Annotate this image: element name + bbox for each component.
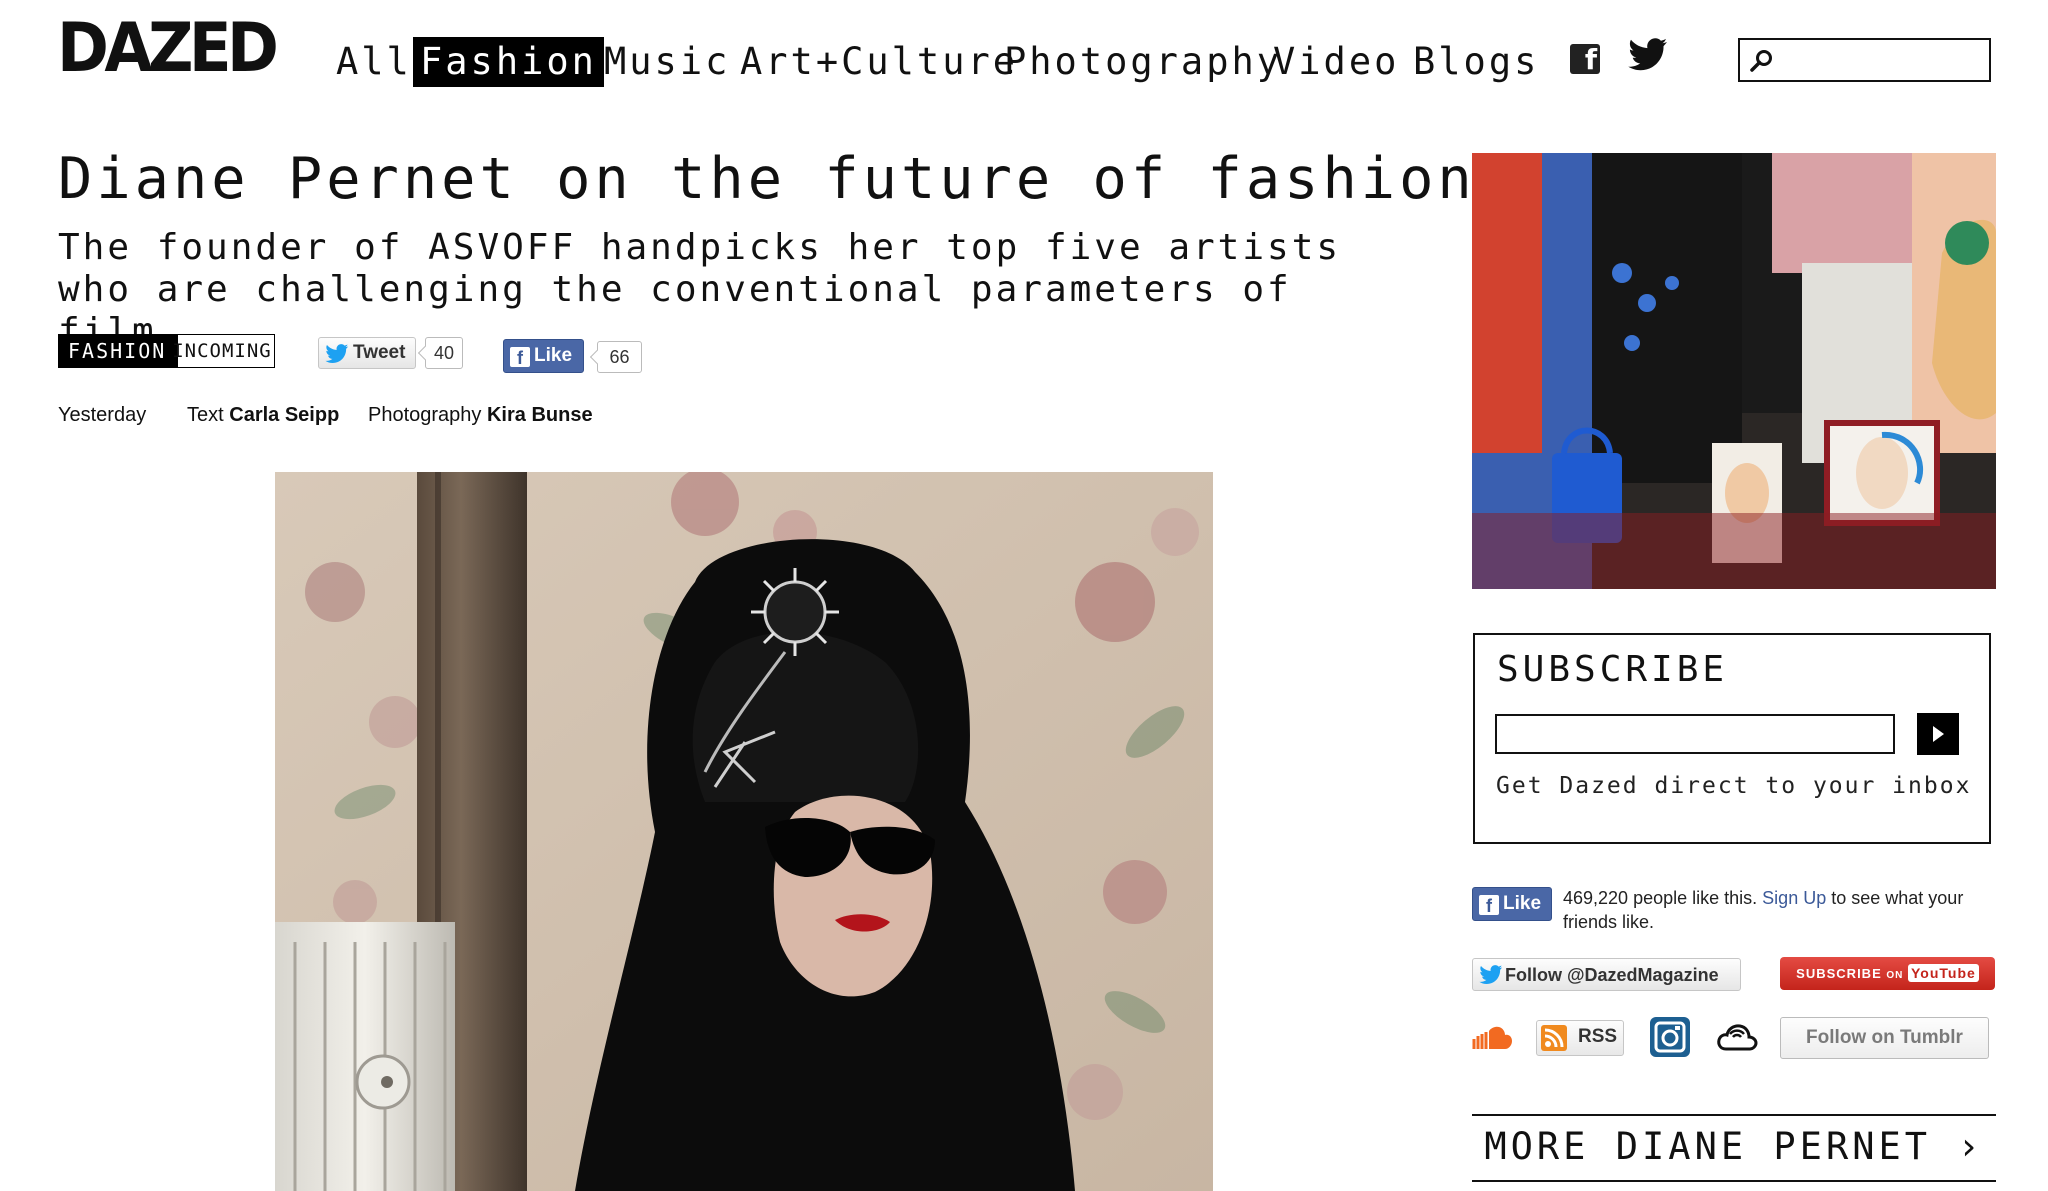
tag-incoming[interactable]: INCOMING bbox=[169, 334, 275, 368]
like-label: Like bbox=[534, 345, 573, 366]
nav-blogs[interactable]: Blogs bbox=[1406, 37, 1546, 87]
site-logo[interactable]: DAZED bbox=[57, 14, 279, 84]
youtube-subscribe-button[interactable]: SUBSCRIBE ON YouTube bbox=[1780, 957, 1995, 990]
facebook-like-text: 469,220 people like this. Sign Up to see… bbox=[1563, 888, 1964, 932]
article-hero-image bbox=[275, 472, 1213, 1191]
byline-photography: Photography Kira Bunse bbox=[368, 404, 593, 426]
tweet-label: Tweet bbox=[353, 342, 406, 363]
subscribe-submit-button[interactable] bbox=[1917, 713, 1959, 755]
tag-fashion[interactable]: FASHION bbox=[58, 334, 179, 368]
byline-text: Text Carla Seipp bbox=[187, 404, 340, 426]
tweet-button[interactable]: Tweet bbox=[318, 337, 416, 369]
sidebar-like-label: Like bbox=[1503, 893, 1542, 914]
follow-twitter-label: Follow @DazedMagazine bbox=[1505, 965, 1719, 985]
divider bbox=[1472, 1114, 1996, 1116]
nav-music[interactable]: Music bbox=[597, 37, 737, 87]
more-diane-pernet-link[interactable]: MORE DIANE PERNET › bbox=[1472, 1124, 1996, 1170]
facebook-icon: f bbox=[510, 347, 530, 368]
nav-art-culture[interactable]: Art+Culture bbox=[733, 37, 1025, 87]
tweet-count: 40 bbox=[425, 337, 463, 369]
twitter-icon[interactable] bbox=[1628, 38, 1668, 76]
facebook-icon[interactable]: f bbox=[1570, 44, 1600, 76]
subscribe-email-input[interactable] bbox=[1495, 714, 1895, 754]
facebook-like-button[interactable]: f Like bbox=[503, 339, 584, 373]
sidebar-ad-image[interactable] bbox=[1472, 153, 1996, 589]
subscribe-title: SUBSCRIBE bbox=[1497, 649, 1729, 690]
article-date: Yesterday bbox=[58, 404, 147, 426]
follow-tumblr-button[interactable]: Follow on Tumblr bbox=[1780, 1017, 1989, 1059]
sidebar-facebook-like-button[interactable]: f Like bbox=[1472, 887, 1552, 921]
search-icon[interactable] bbox=[1750, 49, 1774, 77]
subscribe-note: Get Dazed direct to your inbox bbox=[1496, 773, 1972, 799]
photographer-name[interactable]: Kira Bunse bbox=[487, 404, 593, 426]
like-count: 66 bbox=[597, 341, 642, 373]
nav-photography[interactable]: Photography bbox=[997, 37, 1289, 87]
facebook-signup-link[interactable]: Sign Up bbox=[1762, 888, 1826, 908]
cloud-icon[interactable] bbox=[1716, 1023, 1758, 1057]
rss-icon bbox=[1541, 1025, 1567, 1051]
youtube-logo: YouTube bbox=[1908, 964, 1979, 982]
nav-fashion[interactable]: Fashion bbox=[413, 37, 604, 87]
article-title: Diane Pernet on the future of fashion fi… bbox=[58, 146, 1668, 212]
facebook-icon: f bbox=[1479, 895, 1499, 916]
search-input[interactable] bbox=[1782, 43, 1986, 79]
chevron-right-icon: › bbox=[1957, 1125, 1984, 1168]
nav-video[interactable]: Video bbox=[1266, 37, 1406, 87]
soundcloud-icon[interactable] bbox=[1472, 1025, 1512, 1055]
instagram-icon[interactable] bbox=[1650, 1017, 1690, 1057]
divider bbox=[1472, 1180, 1996, 1182]
nav-all[interactable]: All bbox=[329, 37, 419, 87]
author-name[interactable]: Carla Seipp bbox=[229, 404, 339, 426]
rss-label: RSS bbox=[1578, 1026, 1618, 1047]
